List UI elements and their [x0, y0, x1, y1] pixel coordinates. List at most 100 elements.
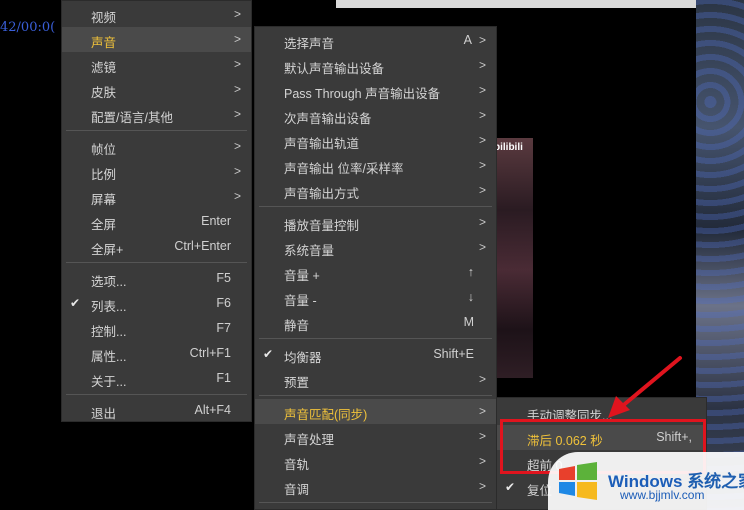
menu-item-mute[interactable]: 静音 M [255, 310, 496, 335]
menu-item-label: 全屏+ [91, 243, 124, 257]
chevron-right-icon: > [478, 479, 486, 493]
chevron-right-icon: > [233, 189, 241, 203]
menu-item-label: 音量 + [284, 269, 320, 283]
menu-item-fullscreen-plus[interactable]: 全屏+ Ctrl+Enter [62, 234, 251, 259]
chevron-right-icon: > [233, 32, 241, 46]
menu-item-audio-sync[interactable]: 声音匹配(同步) > [255, 399, 496, 424]
menu-item-label: 声音 [91, 36, 117, 50]
menu-item-shortcut: A [463, 33, 472, 47]
chevron-right-icon: > [233, 82, 241, 96]
menu-item-shortcut: ↑ [467, 265, 474, 279]
menu-item-select-audio[interactable]: 选择声音 A > [255, 28, 496, 53]
chevron-right-icon: > [478, 33, 486, 47]
video-area-left [0, 0, 60, 510]
menu-item-shortcut: ↓ [467, 290, 474, 304]
menu-item-output-mode[interactable]: 声音输出方式 > [255, 178, 496, 203]
video-thumbnail: bilibili [492, 138, 533, 378]
chevron-right-icon: > [478, 83, 486, 97]
chevron-right-icon: > [478, 183, 486, 197]
menu-item-fullscreen[interactable]: 全屏 Enter [62, 209, 251, 234]
chevron-right-icon: > [478, 133, 486, 147]
menu-item-label: 属性... [91, 350, 127, 364]
menu-item-screen[interactable]: 屏幕 > [62, 184, 251, 209]
chevron-right-icon: > [478, 429, 486, 443]
menu-item-shortcut: Ctrl+Enter [174, 239, 231, 253]
context-menu-main: 视频 > 声音 > 滤镜 > 皮肤 > 配置/语言/其他 > 帧位 > 比例 >… [61, 0, 252, 422]
checkmark-icon: ✔ [505, 480, 516, 494]
menu-item-shortcut: Alt+F4 [194, 403, 231, 417]
menu-item-label: 音调 [284, 483, 310, 497]
menu-item-volume-control[interactable]: 播放音量控制 > [255, 210, 496, 235]
menu-item-shortcut: F7 [216, 321, 231, 335]
menu-item-shortcut: F1 [216, 371, 231, 385]
menu-item-pitch[interactable]: 音调 > [255, 474, 496, 499]
menu-item-label: 声音匹配(同步) [284, 408, 368, 422]
checkmark-icon: ✔ [70, 296, 81, 310]
chevron-right-icon: > [478, 240, 486, 254]
menu-item-ratio[interactable]: 比例 > [62, 159, 251, 184]
menu-item-video[interactable]: 视频 > [62, 2, 251, 27]
menu-item-shortcut: Enter [201, 214, 231, 228]
menu-divider [259, 206, 492, 207]
menu-item-about[interactable]: 关于... F1 [62, 366, 251, 391]
menu-item-preset[interactable]: 预置 > [255, 367, 496, 392]
bilibili-logo: bilibili [494, 142, 523, 153]
menu-item-output-bitrate[interactable]: 声音输出 位率/采样率 > [255, 153, 496, 178]
menu-item-volume-down[interactable]: 音量 - ↓ [255, 285, 496, 310]
chevron-right-icon: > [233, 7, 241, 21]
menu-item-options[interactable]: 选项... F5 [62, 266, 251, 291]
menu-item-label: 声音处理 [284, 433, 335, 447]
menu-item-default-output[interactable]: 默认声音输出设备 > [255, 53, 496, 78]
menu-item-audio-track[interactable]: 音轨 > [255, 449, 496, 474]
menu-item-label: 系统音量 [284, 244, 335, 258]
menu-item-filter[interactable]: 滤镜 > [62, 52, 251, 77]
context-menu-audio: 选择声音 A > 默认声音输出设备 > Pass Through 声音输出设备 … [254, 26, 497, 510]
menu-item-label: 声音输出方式 [284, 187, 360, 201]
timecode-display: 42/00:0( [0, 20, 56, 35]
menu-item-label: 屏幕 [91, 193, 117, 207]
menu-item-output-track[interactable]: 声音输出轨道 > [255, 128, 496, 153]
menu-item-label: 音轨 [284, 458, 310, 472]
menu-item-label: 默认声音输出设备 [284, 62, 385, 76]
menu-item-properties[interactable]: 属性... Ctrl+F1 [62, 341, 251, 366]
chevron-right-icon: > [233, 57, 241, 71]
menu-item-label: 视频 [91, 11, 117, 25]
menu-item-label: 播放音量控制 [284, 219, 360, 233]
menu-item-label: 退出 [91, 407, 117, 421]
watermark-url: www.bjjmlv.com [620, 488, 705, 502]
menu-item-control[interactable]: 控制... F7 [62, 316, 251, 341]
menu-item-equalizer[interactable]: ✔ 均衡器 Shift+E [255, 342, 496, 367]
menu-item-label: 列表... [91, 300, 127, 314]
chevron-right-icon: > [233, 107, 241, 121]
menu-item-secondary-output[interactable]: 次声音输出设备 > [255, 103, 496, 128]
menu-item-label: 预置 [284, 376, 310, 390]
menu-item-label: 配置/语言/其他 [91, 111, 173, 125]
chevron-right-icon: > [233, 164, 241, 178]
menu-item-volume-up[interactable]: 音量 + ↑ [255, 260, 496, 285]
menu-divider [66, 394, 247, 395]
menu-item-shortcut: F6 [216, 296, 231, 310]
menu-divider [66, 262, 247, 263]
menu-item-system-volume[interactable]: 系统音量 > [255, 235, 496, 260]
windows-logo-icon [559, 462, 597, 500]
menu-item-skin[interactable]: 皮肤 > [62, 77, 251, 102]
menu-item-audio[interactable]: 声音 > [62, 27, 251, 52]
menu-item-label: 皮肤 [91, 86, 117, 100]
red-arrow-icon [608, 356, 682, 418]
menu-item-frame[interactable]: 帧位 > [62, 134, 251, 159]
menu-item-shortcut: F5 [216, 271, 231, 285]
chevron-right-icon: > [478, 215, 486, 229]
menu-item-shortcut: Shift+E [433, 347, 474, 361]
chevron-right-icon: > [233, 139, 241, 153]
menu-item-passthrough-output[interactable]: Pass Through 声音输出设备 > [255, 78, 496, 103]
checkmark-icon: ✔ [263, 347, 274, 361]
menu-item-exit[interactable]: 退出 Alt+F4 [62, 398, 251, 423]
menu-item-label: 滤镜 [91, 61, 117, 75]
chevron-right-icon: > [478, 372, 486, 386]
menu-item-playlist[interactable]: ✔ 列表... F6 [62, 291, 251, 316]
menu-item-label: 比例 [91, 168, 117, 182]
menu-item-label: 次声音输出设备 [284, 112, 372, 126]
menu-item-config[interactable]: 配置/语言/其他 > [62, 102, 251, 127]
menu-item-audio-processing[interactable]: 声音处理 > [255, 424, 496, 449]
menu-item-label: Pass Through 声音输出设备 [284, 87, 441, 101]
